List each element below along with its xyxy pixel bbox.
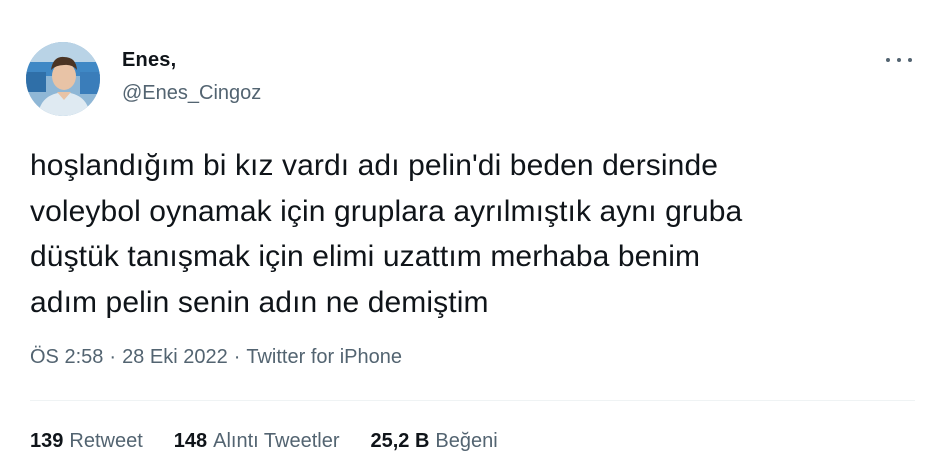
quotes-count: 148 <box>173 430 208 452</box>
likes-stat[interactable]: 25,2 B Beğeni <box>370 430 497 453</box>
engagement-stats: 139 Retweet 148 Alıntı Tweetler 25,2 B Beğe… <box>30 430 529 453</box>
more-dot <box>908 58 912 62</box>
tweet-time[interactable]: ÖS 2:58 <box>30 346 103 368</box>
avatar[interactable] <box>26 42 100 116</box>
meta-separator: · <box>233 346 241 368</box>
retweets-stat[interactable]: 139 Retweet <box>30 430 143 453</box>
meta-separator: · <box>109 346 117 368</box>
divider <box>30 400 915 401</box>
tweet-text: hoşlandığım bi kız vardı adı pelin'di be… <box>30 149 743 319</box>
tweet-date[interactable]: 28 Eki 2022 <box>122 346 228 368</box>
tweet-meta: ÖS 2:58 · 28 Eki 2022 · Twitter for iPhone <box>30 346 402 369</box>
likes-label: Beğeni <box>435 430 498 452</box>
retweets-count: 139 <box>30 430 64 452</box>
quotes-label: Alıntı Tweetler <box>213 430 340 452</box>
more-horizontal-icon[interactable] <box>886 50 912 70</box>
retweets-label: Retweet <box>69 430 143 452</box>
avatar-image <box>26 42 100 116</box>
tweet-source[interactable]: Twitter for iPhone <box>246 346 402 368</box>
more-dot <box>897 58 901 62</box>
display-name[interactable]: Enes, <box>122 49 176 72</box>
user-handle[interactable]: @Enes_Cingoz <box>122 82 261 105</box>
quotes-stat[interactable]: 148 Alıntı Tweetler <box>174 430 340 453</box>
more-dot <box>886 58 890 62</box>
tweet-card: Enes, @Enes_Cingoz hoşlandığım bi kız va… <box>0 0 932 471</box>
likes-count: 25,2 B <box>370 430 430 452</box>
